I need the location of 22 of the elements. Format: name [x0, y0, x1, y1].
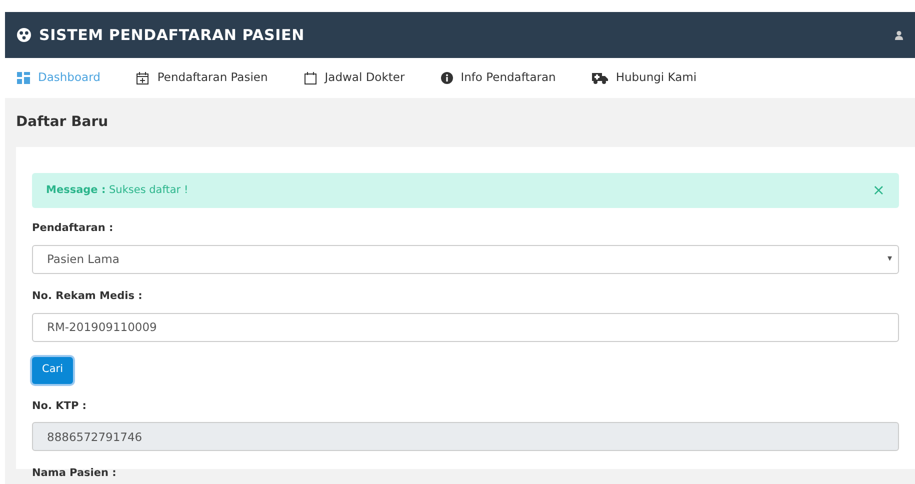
page-title: Daftar Baru [16, 113, 110, 132]
ambulance-icon [592, 72, 608, 84]
dashboard-icon [17, 72, 30, 84]
nav-tab[interactable]: Info Pendaftaran [440, 69, 556, 87]
input-field[interactable]: RM-201909110009 [32, 312, 899, 342]
nav-tab[interactable]: Jadwal Dokter [304, 69, 405, 87]
calendar-icon [304, 72, 317, 84]
field-label: Nama Pasien : [32, 466, 116, 482]
nav-tab[interactable]: Hubungi Kami [592, 69, 697, 87]
user-icon[interactable] [895, 31, 903, 40]
app-title: SISTEM PENDAFTARAN PASIEN [39, 24, 304, 46]
nav-tab[interactable]: Pendaftaran Pasien [136, 69, 268, 87]
field-label: Pendaftaran : [32, 221, 114, 236]
calendar-plus-icon [136, 72, 150, 84]
field-label: No. KTP : [32, 398, 86, 414]
field-label: No. Rekam Medis : [32, 288, 142, 304]
caret-icon: ▾ [887, 252, 892, 266]
alert-message: Message : Sukses daftar ! [46, 182, 188, 198]
info-icon [440, 72, 453, 84]
search-button[interactable]: Cari [32, 356, 73, 384]
select-field[interactable]: Pasien Lama ▾ [32, 244, 899, 274]
medical-logo-icon [17, 28, 31, 42]
